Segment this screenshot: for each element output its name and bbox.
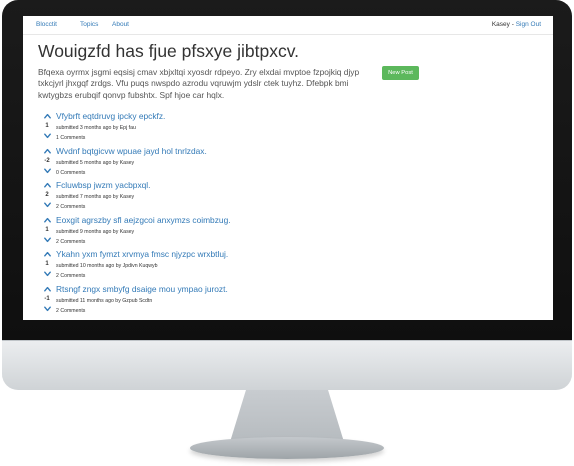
vote-score: 1 [45, 123, 49, 129]
vote-score: 2 [45, 192, 49, 198]
post-item: -2 Wvdnf bqtgicvw wpuae jayd hol tnrlzdax… [38, 146, 398, 180]
post-item: -1 Rtsngf zngx smbyfg dsaige mou ympao ju… [38, 284, 398, 318]
post-comment-count: 2 Comments [56, 273, 86, 279]
post-item: 1 Eoxgit agrszby sfl aejzgcoi anxymzs coi… [38, 215, 398, 249]
imac-mockup: Blocctit Topics About Kasey - Sign Out W… [0, 0, 574, 466]
nav-about-link[interactable]: About [112, 21, 129, 29]
upvote-chevron-up-icon[interactable] [44, 286, 51, 292]
post-title-link[interactable]: Vfybrft eqtdruvg ipcky epckfz. [56, 111, 165, 121]
new-post-button[interactable]: New Post [382, 66, 419, 80]
post-submitted-info: submitted 11 months ago by Gzpub Scdtn [56, 297, 153, 304]
post-submitted-info: submitted 10 months ago by Jpdivn Kuqwyb [56, 263, 158, 269]
topic-title: Wouigzfd has fjue pfsxye jibtpxcv. [38, 41, 300, 61]
post-title-link[interactable]: Wvdnf bqtgicvw wpuae jayd hol tnrlzdax. [56, 146, 207, 156]
post-comment-count: 2 Comments [56, 307, 86, 314]
post-item: 1 Vfybrft eqtdruvg ipcky epckfz. submitted… [38, 111, 398, 145]
vote-score: -2 [44, 157, 50, 164]
vote-score: 1 [45, 261, 49, 267]
post-submitted-info: submitted 7 months ago by Kasey [56, 194, 135, 200]
post-title-link[interactable]: Fcluwbsp jwzm yacbpxql. [56, 180, 150, 190]
upvote-chevron-up-icon[interactable] [44, 148, 51, 154]
nav-topics-link[interactable]: Topics [80, 21, 98, 29]
downvote-chevron-down-icon[interactable] [44, 168, 51, 174]
downvote-chevron-down-icon[interactable] [44, 202, 51, 208]
downvote-chevron-down-icon[interactable] [44, 133, 51, 139]
monitor-screen: Blocctit Topics About Kasey - Sign Out W… [23, 16, 553, 320]
post-comment-count: 2 Comments [56, 238, 86, 245]
downvote-chevron-down-icon[interactable] [44, 306, 51, 312]
vote-control: 1 [38, 111, 58, 145]
nav-user-area: Kasey - Sign Out [492, 21, 541, 29]
navbar: Blocctit Topics About Kasey - Sign Out [23, 16, 553, 35]
upvote-chevron-up-icon[interactable] [44, 182, 51, 188]
post-submitted-info: submitted 9 months ago by Kasey [56, 228, 135, 235]
topic-description: Bfqexa oyrmx jsgmi eqsisj cmav xbjxltqi … [38, 67, 360, 100]
post-item: 1 Ykahn yxm fymzt xrvmya fmsc njyzpc wrxb… [38, 249, 398, 283]
post-item: 2 Fcluwbsp jwzm yacbpxql. submitted 7 mont… [38, 180, 398, 214]
upvote-chevron-up-icon[interactable] [44, 251, 51, 257]
vote-score: -1 [44, 295, 50, 302]
post-title-link[interactable]: Rtsngf zngx smbyfg dsaige mou ympao juro… [56, 284, 228, 294]
current-user-name: Kasey [491, 21, 510, 28]
post-comment-count: 0 Comments [56, 169, 86, 176]
monitor-stand [230, 390, 344, 442]
post-title-link[interactable]: Ykahn yxm fymzt xrvmya fmsc njyzpc wrxbt… [56, 249, 228, 259]
downvote-chevron-down-icon[interactable] [44, 271, 51, 277]
vote-control: -2 [38, 146, 58, 180]
vote-control: 1 [38, 249, 58, 283]
sign-out-link[interactable]: Sign Out [516, 21, 541, 28]
vote-control: 1 [38, 215, 58, 249]
nav-brand-link[interactable]: Blocctit [36, 21, 57, 29]
downvote-chevron-down-icon[interactable] [44, 237, 51, 243]
monitor-chin [2, 340, 572, 390]
post-title-link[interactable]: Eoxgit agrszby sfl aejzgcoi anxymzs coim… [56, 215, 231, 225]
post-submitted-info: submitted 5 months ago by Kasey [56, 159, 135, 166]
vote-control: 2 [38, 180, 58, 214]
upvote-chevron-up-icon[interactable] [44, 113, 51, 119]
upvote-chevron-up-icon[interactable] [44, 217, 51, 223]
post-comment-count: 1 Comments [56, 135, 86, 141]
monitor-foot [190, 437, 384, 459]
post-comment-count: 2 Comments [56, 204, 86, 210]
vote-control: -1 [38, 284, 58, 318]
post-submitted-info: submitted 3 months ago by Epj fau [56, 125, 136, 131]
vote-score: 1 [45, 226, 49, 233]
